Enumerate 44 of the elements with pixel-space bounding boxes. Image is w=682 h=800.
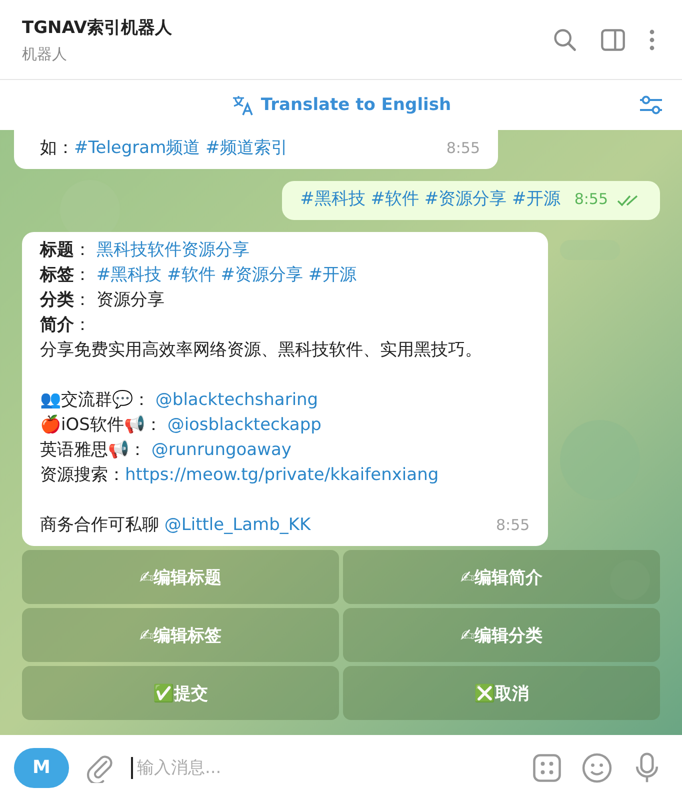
inline-keyboard-button[interactable]: ❎取消 — [343, 666, 660, 720]
chat-subtitle: 机器人 — [22, 44, 68, 64]
inline-keyboard-button[interactable]: ✅提交 — [22, 666, 339, 720]
avatar[interactable]: M — [14, 748, 69, 788]
message-link[interactable]: https://meow.tg/private/kkaifenxiang — [125, 465, 439, 485]
message-text: 英语雅思📢： — [40, 440, 147, 460]
message-link[interactable]: @iosblackteckapp — [167, 415, 322, 435]
message-text: 🍎iOS软件📢： — [40, 415, 163, 435]
message-text: 👥交流群💬： — [40, 390, 151, 410]
message-text: 商务合作可私聊 — [40, 515, 160, 535]
message-link[interactable]: @runrungoaway — [151, 440, 292, 460]
message-text: ： — [74, 240, 92, 260]
message-time: 8:55 — [446, 138, 480, 159]
message-text: 分类 — [40, 290, 74, 310]
message-text: 简介 — [40, 315, 74, 335]
message-text: 如： — [40, 138, 74, 158]
search-icon[interactable] — [552, 26, 578, 52]
message-text: 分享免费实用高效率网络资源、黑科技软件、实用黑技巧。 — [40, 340, 482, 360]
translate-icon — [230, 93, 255, 117]
message-time: 8:55 — [574, 189, 608, 210]
settings-sliders-icon[interactable] — [638, 93, 664, 117]
message-text: 标签 — [40, 265, 74, 285]
chat-title: TGNAV索引机器人 — [22, 16, 173, 38]
message-link[interactable]: #黑科技 #软件 #资源分享 #开源 — [96, 265, 357, 285]
inline-keyboard-button[interactable]: ✍编辑标题 — [22, 550, 339, 604]
message-text: ： — [74, 315, 91, 335]
inline-keyboard-button[interactable]: ✍编辑分类 — [343, 608, 660, 662]
message-link[interactable]: #Telegram频道 #频道索引 — [74, 138, 288, 158]
inline-keyboard-button[interactable]: ✍编辑标签 — [22, 608, 339, 662]
translate-button[interactable]: Translate to English — [224, 92, 458, 118]
message-text: 资源搜索： — [40, 465, 125, 485]
message-text: ： — [74, 265, 92, 285]
sidebar-toggle-icon[interactable] — [600, 26, 626, 52]
message-link[interactable]: @blacktechsharing — [155, 390, 318, 410]
emoji-icon[interactable] — [580, 750, 614, 784]
inline-keyboard-button[interactable]: ✍编辑简介 — [343, 550, 660, 604]
message-link[interactable]: 黑科技软件资源分享 — [96, 240, 250, 260]
message-link[interactable]: #黑科技 #软件 #资源分享 #开源 — [300, 189, 560, 209]
more-icon[interactable] — [648, 28, 656, 52]
message-text: 标题 — [40, 240, 74, 260]
message-link[interactable]: @Little_Lamb_KK — [164, 515, 311, 535]
paperclip-icon[interactable] — [85, 752, 115, 782]
message-time: 8:55 — [496, 515, 530, 536]
message-text: ： 资源分享 — [74, 290, 164, 310]
